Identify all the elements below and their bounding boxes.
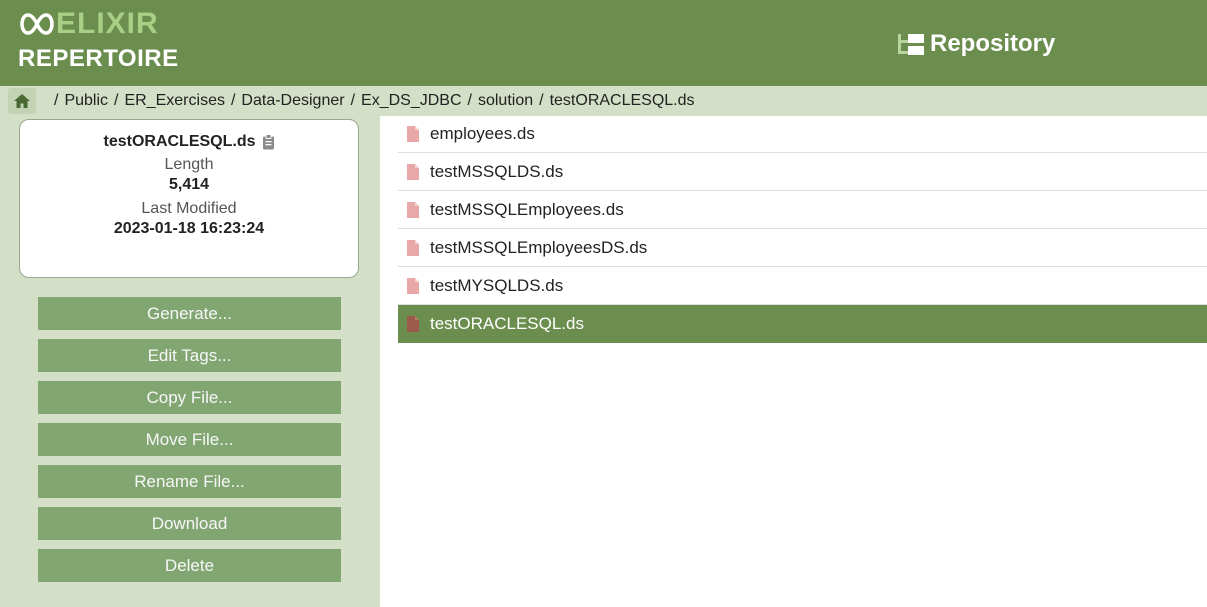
file-name: testMSSQLDS.ds (430, 161, 564, 181)
breadcrumb: / Public / ER_Exercises / Data-Designer … (0, 86, 1207, 116)
repository-title: Repository (896, 26, 1055, 62)
breadcrumb-separator: / (54, 92, 59, 109)
move-file-button[interactable]: Move File... (38, 423, 341, 456)
home-button[interactable] (8, 88, 36, 114)
breadcrumb-separator: / (230, 92, 236, 109)
file-icon (407, 126, 419, 142)
file-row[interactable]: employees.ds (398, 116, 1207, 153)
breadcrumb-item-current-file: testORACLESQL.ds (549, 92, 695, 109)
infinity-logo-icon (20, 13, 54, 35)
file-name: testORACLESQL.ds (430, 313, 585, 333)
edit-tags-button[interactable]: Edit Tags... (38, 339, 341, 372)
last-modified-label: Last Modified (141, 200, 237, 217)
file-list: employees.ds testMSSQLDS.ds testMSSQLEmp… (398, 116, 1207, 343)
file-name: testMYSQLDS.ds (430, 275, 564, 295)
tree-icon (898, 34, 924, 55)
app-header: ELIXIR REPERTOIRE Repository (0, 0, 1207, 86)
breadcrumb-separator: / (539, 92, 544, 109)
breadcrumb-separator: / (350, 92, 356, 109)
file-row[interactable]: testMSSQLEmployeesDS.ds (398, 229, 1207, 267)
file-icon (407, 277, 419, 294)
file-name: testMSSQLEmployees.ds (430, 199, 624, 219)
rename-file-button[interactable]: Rename File... (38, 465, 341, 498)
repository-title-text: Repository (930, 30, 1056, 57)
file-details-sidebar: testORACLESQL.ds Length 5,414 Last Modif… (0, 116, 380, 607)
file-name: employees.ds (430, 124, 535, 143)
download-button[interactable]: Download (38, 507, 341, 540)
file-name: testMSSQLEmployeesDS.ds (430, 237, 648, 257)
breadcrumb-item-solution[interactable]: solution (478, 92, 533, 110)
file-row[interactable]: testMYSQLDS.ds (398, 267, 1207, 305)
file-info-name-row: testORACLESQL.ds (20, 133, 358, 151)
delete-button[interactable]: Delete (38, 549, 341, 582)
logo-repertoire-text: REPERTOIRE (18, 45, 179, 72)
clipboard-icon[interactable] (262, 134, 275, 150)
breadcrumb-separator: / (114, 92, 119, 109)
breadcrumb-item-er-exercises[interactable]: ER_Exercises (124, 92, 224, 110)
file-actions: Generate... Edit Tags... Copy File... Mo… (38, 297, 341, 591)
elixir-repertoire-logo[interactable]: ELIXIR REPERTOIRE (18, 9, 188, 73)
length-value: 5,414 (168, 176, 210, 193)
generate-button[interactable]: Generate... (38, 297, 341, 330)
file-info-name: testORACLESQL.ds (103, 133, 256, 150)
breadcrumb-item-public[interactable]: Public (64, 92, 108, 110)
last-modified-value: 2023-01-18 16:23:24 (113, 220, 265, 237)
file-icon (407, 239, 419, 256)
copy-file-button[interactable]: Copy File... (38, 381, 341, 414)
file-row[interactable]: testMSSQLDS.ds (398, 153, 1207, 191)
file-row[interactable]: testMSSQLEmployees.ds (398, 191, 1207, 229)
breadcrumb-item-data-designer[interactable]: Data-Designer (241, 92, 344, 110)
home-icon (14, 94, 30, 108)
file-info-card: testORACLESQL.ds Length 5,414 Last Modif… (19, 119, 359, 278)
file-icon (407, 163, 419, 180)
breadcrumb-item-ex-ds-jdbc[interactable]: Ex_DS_JDBC (361, 92, 461, 110)
file-row-selected[interactable]: testORACLESQL.ds (398, 305, 1207, 343)
file-icon (407, 201, 419, 218)
logo-elixir-text: ELIXIR (56, 7, 159, 40)
length-label: Length (164, 156, 214, 173)
breadcrumb-separator: / (467, 92, 472, 109)
file-icon (407, 315, 419, 332)
